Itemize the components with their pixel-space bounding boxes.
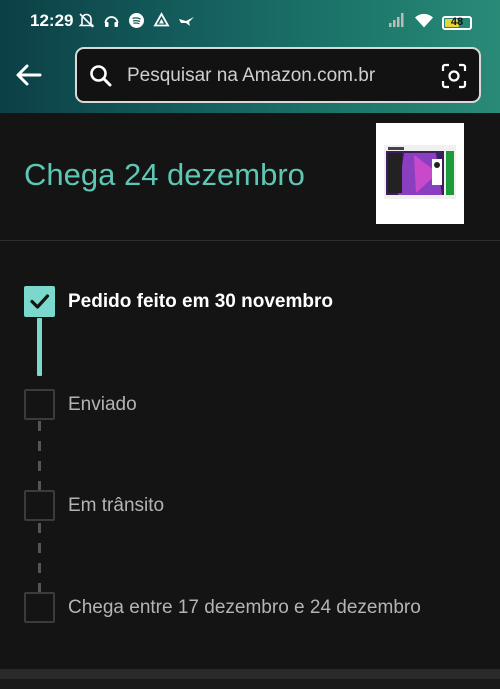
check-icon [30, 294, 50, 309]
step-label: Enviado [68, 394, 137, 415]
step-label: Pedido feito em 30 novembro [68, 291, 333, 312]
status-time: 12:29 [30, 11, 74, 30]
top-bar: 12:29 48 Pesquisar na Amazon.com.br [0, 0, 500, 113]
order-tracking-panel: Chega 24 dezembro Pedido feito em 30 nov… [0, 113, 500, 669]
step-checkbox [24, 490, 55, 521]
arrival-title: Chega 24 dezembro [24, 157, 305, 192]
camera-scan-icon[interactable] [441, 63, 467, 89]
step-checkbox [24, 286, 55, 317]
bottom-divider [0, 669, 500, 689]
progress-line-complete [37, 318, 42, 376]
product-image [376, 123, 464, 224]
headphones-icon [103, 12, 120, 29]
wifi-icon [414, 12, 434, 33]
section-divider [0, 240, 500, 241]
bird-icon [178, 12, 195, 29]
search-icon [90, 65, 112, 87]
signal-icon [388, 12, 406, 33]
battery-icon: 48 [442, 15, 472, 30]
progress-line-pending [38, 421, 41, 491]
progress-line-pending [38, 523, 41, 593]
product-thumbnail[interactable] [376, 123, 464, 224]
step-checkbox [24, 592, 55, 623]
status-bar: 12:29 48 [0, 0, 500, 44]
back-button[interactable] [14, 62, 44, 90]
back-arrow-icon [16, 64, 42, 86]
step-checkbox [24, 389, 55, 420]
step-label: Em trânsito [68, 495, 165, 516]
spotify-icon [128, 12, 145, 29]
mute-bell-icon [78, 12, 95, 29]
notification-icons [78, 12, 195, 29]
battery-level: 48 [450, 15, 464, 28]
step-label: Chega entre 17 dezembro e 24 dezembro [68, 597, 421, 618]
drive-icon [153, 12, 170, 29]
system-icons: 48 [388, 12, 472, 33]
search-input[interactable] [125, 57, 429, 95]
search-bar[interactable] [75, 47, 481, 103]
